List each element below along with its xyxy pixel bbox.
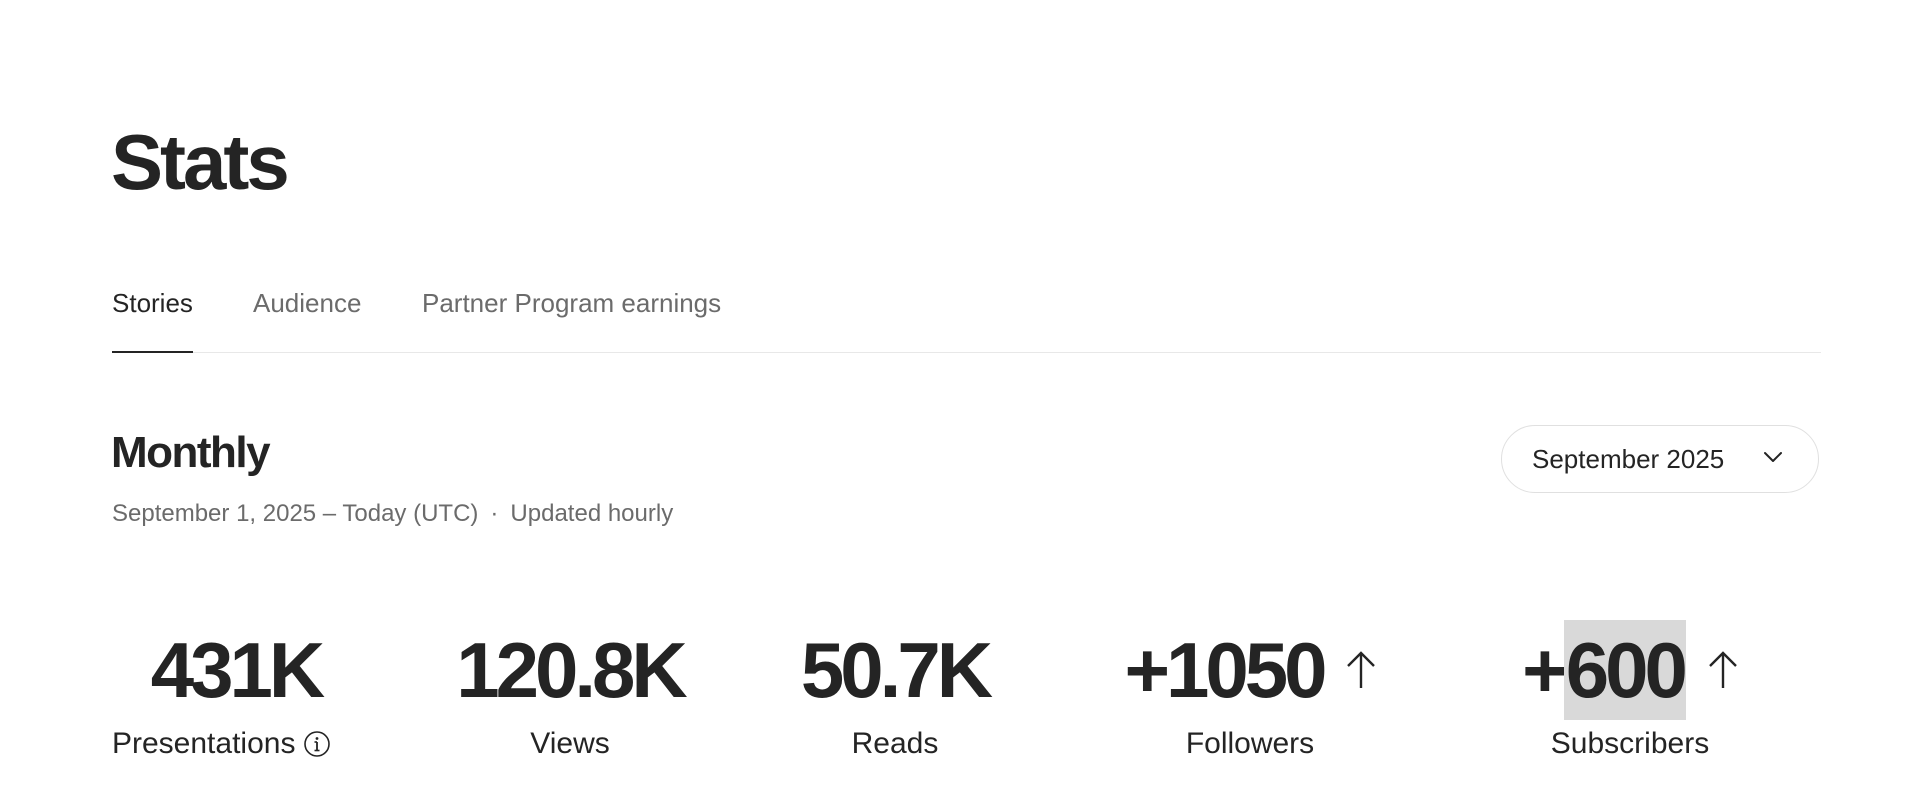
stats-page: Stats Stories Audience Partner Program e…: [0, 0, 1920, 802]
month-select-value: September 2025: [1532, 444, 1725, 474]
subscribers-value-row: +600: [1480, 620, 1780, 720]
views-label: Views: [530, 727, 610, 760]
arrow-up-icon: [1708, 651, 1737, 688]
views-value: 120.8K: [456, 626, 688, 714]
presentations-value: 431K: [150, 626, 325, 714]
presentations-label-row: Presentations: [112, 724, 338, 764]
period-subtitle: September 1, 2025 – Today (UTC) · Updated …: [112, 498, 673, 530]
reads-value: 50.7K: [800, 626, 993, 714]
date-range: September 1, 2025 – Today (UTC): [112, 500, 479, 527]
reads-label: Reads: [851, 727, 939, 760]
tab-bar: Stories Audience Partner Program earning…: [112, 280, 1821, 353]
tab-stories[interactable]: Stories: [112, 280, 193, 353]
presentations-label: Presentations: [112, 727, 296, 760]
tab-audience[interactable]: Audience: [253, 280, 361, 352]
stat-reads: 50.7K Reads: [770, 620, 1020, 780]
arrow-up-icon: [1346, 651, 1375, 688]
subscribers-value: 600: [1563, 620, 1688, 720]
followers-label: Followers: [1185, 727, 1315, 760]
followers-sign: +: [1124, 626, 1170, 714]
stat-presentations: 431K Presentations: [112, 620, 338, 780]
stat-followers: +1050 Followers: [1100, 620, 1400, 780]
section-title: Monthly: [111, 428, 271, 477]
chevron-down-icon: [1764, 452, 1782, 462]
followers-value: 1050: [1166, 626, 1328, 714]
subscribers-sign: +: [1522, 626, 1568, 714]
stat-views: 120.8K Views: [420, 620, 720, 780]
subscribers-label: Subscribers: [1550, 727, 1710, 760]
page-title: Stats: [111, 118, 290, 206]
update-note: Updated hourly: [510, 500, 674, 527]
month-select[interactable]: September 2025: [1501, 425, 1819, 493]
stat-subscribers: +600 Subscribers: [1480, 620, 1780, 780]
separator-dot: ·: [490, 500, 499, 527]
tab-partner-program-earnings[interactable]: Partner Program earnings: [422, 280, 721, 352]
followers-value-row: +1050: [1100, 620, 1400, 720]
info-icon[interactable]: [303, 730, 331, 758]
